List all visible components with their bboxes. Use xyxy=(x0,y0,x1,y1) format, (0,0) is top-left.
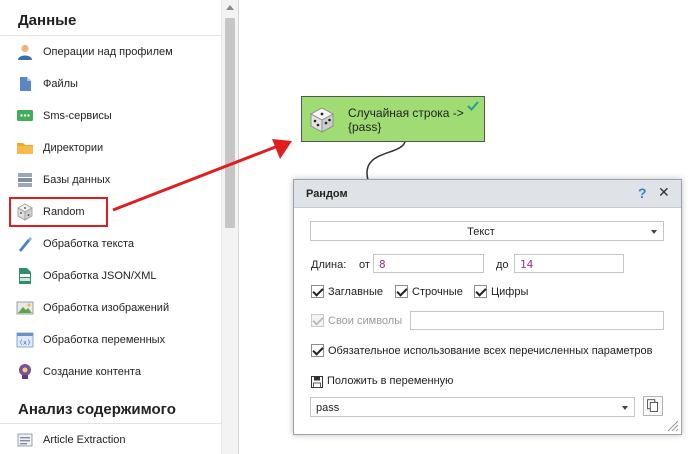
dialog-title: Рандом xyxy=(306,188,348,200)
from-label: от xyxy=(359,259,370,271)
sidebar-item-label: Article Extraction xyxy=(43,434,126,446)
lowercase-label: Строчные xyxy=(412,286,463,298)
mandatory-label: Обязательное использование всех перечисл… xyxy=(328,345,653,357)
sidebar: Данные Операции над профилем Файлы Sms-с… xyxy=(0,0,238,454)
custom-symbols-label: Свои символы xyxy=(328,315,403,327)
node-title: Случайная строка -> {pass} xyxy=(348,106,464,134)
sidebar-scrollbar[interactable] xyxy=(221,0,238,454)
sidebar-item-label: Операции над профилем xyxy=(43,46,173,58)
resize-grip-icon[interactable] xyxy=(667,420,679,432)
uppercase-label: Заглавные xyxy=(328,286,384,298)
sidebar-item-label: Обработка текста xyxy=(43,238,135,250)
sidebar-item-label: Обработка JSON/XML xyxy=(43,270,157,282)
article-icon xyxy=(17,433,33,447)
sms-icon xyxy=(17,110,33,121)
sidebar-item-variables[interactable]: (x) Обработка переменных xyxy=(0,324,221,356)
length-label: Длина: xyxy=(311,259,347,271)
sidebar-item-label: Файлы xyxy=(43,78,78,90)
close-icon[interactable]: ✕ xyxy=(658,184,670,201)
dialog-header[interactable]: Рандом ? ✕ xyxy=(294,180,681,208)
profile-icon xyxy=(18,44,32,60)
random-dialog: Рандом ? ✕ Текст Длина: от 8 до 14 Загла… xyxy=(293,179,682,435)
sidebar-item-profile[interactable]: Операции над профилем xyxy=(0,36,221,68)
save-icon xyxy=(311,376,323,388)
dice-icon xyxy=(310,107,334,133)
node-title-line2: {pass} xyxy=(348,120,382,134)
digits-label: Цифры xyxy=(491,286,529,298)
database-icon xyxy=(18,173,32,187)
svg-text:(x): (x) xyxy=(19,339,31,347)
node-title-line1: Случайная строка -> xyxy=(348,106,464,120)
image-icon xyxy=(16,301,34,315)
mandatory-checkbox[interactable] xyxy=(311,344,324,357)
custom-symbols-checkbox[interactable] xyxy=(311,314,324,327)
sidebar-item-article-extraction[interactable]: Article Extraction xyxy=(0,424,221,454)
digits-checkbox[interactable] xyxy=(474,285,487,298)
save-to-variable-label: Положить в переменную xyxy=(327,375,454,387)
copy-variable-button[interactable] xyxy=(643,396,663,416)
to-label: до xyxy=(496,259,509,271)
sidebar-item-label: Директории xyxy=(43,142,104,154)
chevron-down-icon xyxy=(622,406,628,410)
sidebar-item-content[interactable]: Создание контента xyxy=(0,356,221,388)
sidebar-item-label: Обработка переменных xyxy=(43,334,166,346)
custom-symbols-input[interactable] xyxy=(410,311,664,330)
variable-select[interactable]: pass xyxy=(310,397,635,417)
variable-icon: (x) xyxy=(16,332,34,348)
sidebar-item-label: Обработка изображений xyxy=(43,302,170,314)
folder-icon xyxy=(17,143,33,154)
type-select[interactable]: Текст xyxy=(310,221,664,241)
sidebar-item-json-xml[interactable]: Обработка JSON/XML xyxy=(0,260,221,292)
type-select-value: Текст xyxy=(467,226,495,238)
sidebar-list: Данные Операции над профилем Файлы Sms-с… xyxy=(0,0,221,454)
check-icon xyxy=(467,101,479,111)
variable-select-value: pass xyxy=(316,402,340,414)
uppercase-checkbox[interactable] xyxy=(311,285,324,298)
content-icon xyxy=(19,364,31,379)
sidebar-item-label: Sms-сервисы xyxy=(43,110,112,122)
sidebar-item-images[interactable]: Обработка изображений xyxy=(0,292,221,324)
help-icon[interactable]: ? xyxy=(638,185,647,201)
sidebar-item-label: Создание контента xyxy=(43,366,141,378)
json-icon xyxy=(19,268,31,284)
lowercase-checkbox[interactable] xyxy=(395,285,408,298)
chevron-down-icon xyxy=(651,230,657,234)
sidebar-item-files[interactable]: Файлы xyxy=(0,68,221,100)
sidebar-item-label: Random xyxy=(43,206,85,218)
annotation-arrow-icon xyxy=(112,139,292,212)
action-node-random-string[interactable]: Случайная строка -> {pass} xyxy=(301,96,485,142)
length-from-input[interactable]: 8 xyxy=(373,254,484,273)
section-title-analysis: Анализ содержимого xyxy=(18,401,176,418)
sidebar-item-text-processing[interactable]: Обработка текста xyxy=(0,228,221,260)
sidebar-item-sms[interactable]: Sms-сервисы xyxy=(0,100,221,132)
dice-icon xyxy=(17,203,33,221)
section-title-data: Данные xyxy=(18,12,77,29)
scroll-up-icon[interactable] xyxy=(226,5,234,10)
text-tool-icon xyxy=(19,237,32,252)
file-icon xyxy=(20,77,31,91)
copy-icon xyxy=(647,399,658,412)
length-to-input[interactable]: 14 xyxy=(514,254,624,273)
